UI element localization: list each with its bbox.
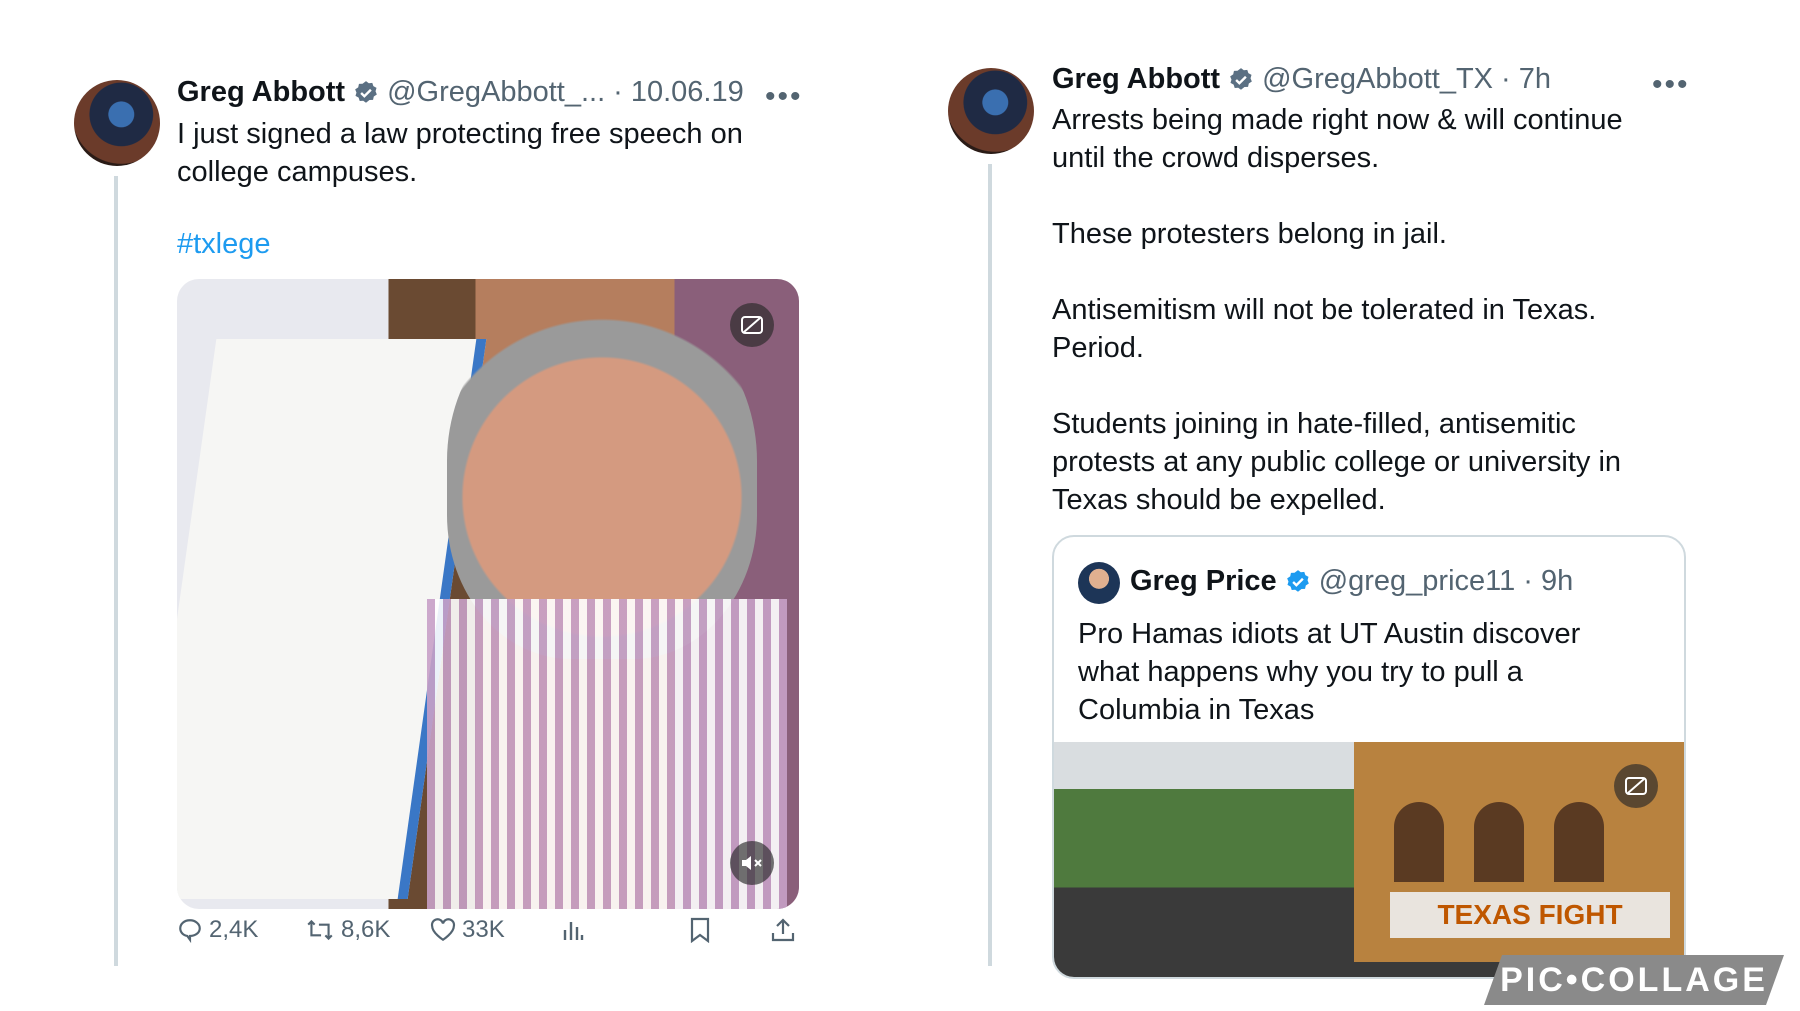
captions-icon[interactable] xyxy=(1614,764,1658,808)
retweet-icon xyxy=(307,919,333,941)
reply-count: 2,4K xyxy=(209,916,259,943)
author-name[interactable]: Greg Abbott xyxy=(177,76,345,109)
arch-window xyxy=(1474,802,1524,882)
separator: · xyxy=(1501,63,1511,95)
texas-fight-banner: TEXAS FIGHT xyxy=(1390,892,1670,938)
more-icon[interactable]: ••• xyxy=(1652,68,1690,102)
author-handle[interactable]: @GregAbbott_... xyxy=(387,76,605,109)
verified-badge-icon xyxy=(1230,67,1252,90)
share-icon xyxy=(771,918,795,942)
avatar[interactable] xyxy=(74,80,160,166)
tweet-text: Arrests being made right now & will cont… xyxy=(1052,104,1623,516)
avatar[interactable] xyxy=(948,68,1034,154)
reply-button[interactable]: 2,4K xyxy=(177,916,258,944)
tweet-video[interactable] xyxy=(177,279,799,909)
thread-line xyxy=(114,176,118,966)
tweet-header: Greg Abbott @GregAbbott_... · 10.06.19 xyxy=(177,76,744,109)
reply-icon xyxy=(179,919,201,943)
quoted-avatar[interactable] xyxy=(1078,562,1120,604)
like-count: 33K xyxy=(462,916,505,943)
tweet-text: I just signed a law protecting free spee… xyxy=(177,118,743,188)
captions-icon[interactable] xyxy=(730,303,774,347)
verified-badge-icon xyxy=(355,80,377,103)
like-button[interactable]: 33K xyxy=(430,916,505,944)
tweet-header: Greg Abbott @GregAbbott_TX · 7h xyxy=(1052,63,1551,96)
hashtag-link[interactable]: #txlege xyxy=(177,228,271,261)
mute-icon[interactable] xyxy=(730,841,774,885)
separator: · xyxy=(1523,565,1533,597)
tweet-time[interactable]: 7h xyxy=(1519,63,1551,96)
like-icon xyxy=(430,918,456,942)
author-handle[interactable]: @GregAbbott_TX xyxy=(1262,63,1493,96)
views-icon xyxy=(563,922,584,940)
views-button[interactable] xyxy=(562,918,584,942)
quoted-time[interactable]: 9h xyxy=(1541,565,1573,598)
share-button[interactable] xyxy=(770,917,796,943)
quoted-author-name[interactable]: Greg Price xyxy=(1130,565,1277,598)
thread-line xyxy=(988,164,992,966)
quoted-video[interactable]: TEXAS FIGHT xyxy=(1054,742,1684,977)
bookmark-button[interactable] xyxy=(689,917,711,943)
separator: · xyxy=(613,76,623,108)
bookmark-icon xyxy=(690,917,710,943)
retweet-button[interactable]: 8,6K xyxy=(305,916,390,944)
retweet-count: 8,6K xyxy=(341,916,391,943)
tweet-date[interactable]: 10.06.19 xyxy=(631,76,744,109)
author-name[interactable]: Greg Abbott xyxy=(1052,63,1220,96)
quoted-tweet[interactable]: Greg Price @greg_price11 · 9h Pro Hamas … xyxy=(1052,535,1686,979)
pic-collage-watermark: PIC•COLLAGE xyxy=(1484,955,1784,1005)
arch-window xyxy=(1554,802,1604,882)
arch-window xyxy=(1394,802,1444,882)
quoted-author-handle[interactable]: @greg_price11 xyxy=(1319,565,1516,598)
verified-badge-icon xyxy=(1286,569,1309,592)
more-icon[interactable]: ••• xyxy=(765,80,803,114)
quoted-text: Pro Hamas idiots at UT Austin discover w… xyxy=(1078,618,1581,726)
quoted-header: Greg Price @greg_price11 · 9h xyxy=(1130,565,1573,598)
